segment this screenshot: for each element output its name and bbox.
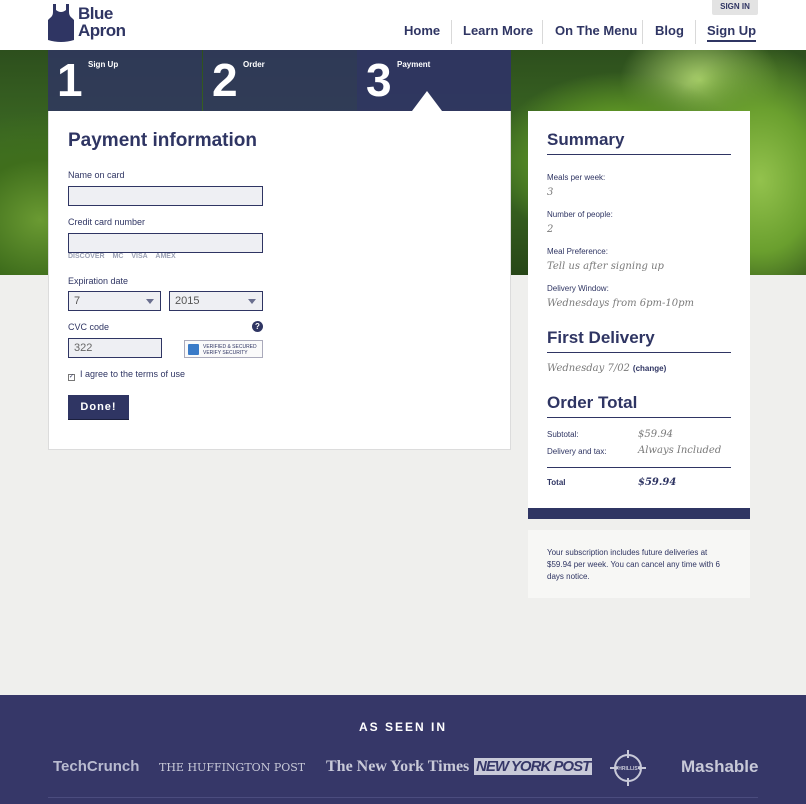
exp-year-value: 2015 — [175, 295, 200, 307]
mastercard-icon: MC — [112, 253, 124, 260]
mashable-logo[interactable]: Mashable — [681, 757, 758, 777]
subtotal-label: Subtotal: — [547, 430, 579, 439]
nav-blog[interactable]: Blog — [655, 22, 684, 40]
meal-preference-value: Tell us after signing up — [547, 261, 664, 272]
step-label: Sign Up — [88, 60, 119, 69]
delivery-tax-value: Always Included — [638, 445, 722, 456]
terms-agreement: ✓ I agree to the terms of use — [68, 369, 185, 381]
name-on-card-label: Name on card — [68, 170, 125, 180]
verified-subtext: VERIFY SECURITY — [203, 350, 248, 356]
nav-divider — [542, 20, 543, 44]
number-of-people-label: Number of people: — [547, 210, 613, 219]
card-number-label: Credit card number — [68, 217, 146, 227]
accepted-cards: DISCOVER MC VISA AMEX — [68, 253, 182, 260]
total-value: $59.94 — [638, 477, 677, 488]
lock-icon — [188, 344, 199, 355]
step-sign-up[interactable]: 1 Sign Up — [48, 50, 202, 111]
nav-divider — [642, 20, 643, 44]
page-title: Payment information — [68, 130, 257, 151]
thrillist-logo[interactable]: THRILLIST — [610, 750, 646, 786]
chevron-down-icon — [146, 299, 154, 304]
logo-text-line1: Blue — [78, 4, 113, 23]
meals-per-week-label: Meals per week: — [547, 173, 606, 182]
change-delivery-link[interactable]: (change) — [633, 364, 666, 373]
total-divider — [547, 467, 731, 468]
sign-in-button[interactable]: SIGN IN — [712, 0, 758, 15]
first-delivery-value: Wednesday 7/02 (change) — [547, 363, 666, 374]
total-label: Total — [547, 478, 566, 487]
visa-icon: VISA — [131, 253, 148, 260]
nav-divider — [695, 20, 696, 44]
subtotal-value: $59.94 — [638, 429, 673, 440]
nav-sign-up[interactable]: Sign Up — [707, 22, 757, 42]
exp-year-select[interactable]: 2015 — [169, 291, 263, 311]
press-footer: AS SEEN IN TechCrunch THE HUFFINGTON POS… — [0, 695, 806, 804]
payment-panel: Payment information Name on card Credit … — [48, 111, 511, 450]
step-order[interactable]: 2 Order — [203, 50, 357, 111]
nav-on-the-menu[interactable]: On The Menu — [555, 22, 637, 40]
terms-checkbox[interactable]: ✓ — [68, 374, 75, 381]
active-step-pointer — [412, 91, 442, 111]
help-icon[interactable]: ? — [252, 321, 263, 332]
thrillist-logo-text: THRILLIST — [615, 766, 641, 772]
step-label: Payment — [397, 60, 431, 69]
step-number: 3 — [366, 54, 392, 106]
subscription-note: Your subscription includes future delive… — [528, 530, 750, 598]
meal-preference-label: Meal Preference: — [547, 247, 608, 256]
exp-month-value: 7 — [74, 295, 81, 307]
as-seen-in-heading: AS SEEN IN — [358, 720, 447, 734]
terms-label[interactable]: I agree to the terms of use — [80, 369, 185, 379]
nav-learn-more[interactable]: Learn More — [463, 22, 533, 40]
number-of-people-value: 2 — [547, 224, 554, 235]
delivery-window-label: Delivery Window: — [547, 284, 609, 293]
new-york-times-logo[interactable]: The New York Times — [326, 758, 469, 776]
step-number: 2 — [212, 54, 238, 106]
card-number-input[interactable] — [68, 233, 263, 253]
amex-icon: AMEX — [155, 253, 176, 260]
summary-heading: Summary — [547, 130, 731, 155]
done-button[interactable]: Done! — [68, 395, 129, 419]
cvc-input[interactable] — [68, 338, 162, 358]
name-on-card-input[interactable] — [68, 186, 263, 206]
chevron-down-icon — [248, 299, 256, 304]
verified-secured-badge[interactable]: VERIFIED & SECURED VERIFY SECURITY — [184, 340, 263, 358]
first-delivery-date: Wednesday 7/02 — [547, 363, 630, 374]
main-nav: Home Learn More On The Menu Blog Sign Up — [0, 20, 806, 44]
exp-month-select[interactable]: 7 — [68, 291, 161, 311]
discover-icon: DISCOVER — [68, 253, 105, 260]
order-total-heading: Order Total — [547, 393, 731, 418]
new-york-post-logo[interactable]: NEW YORK POST — [474, 758, 593, 775]
footer-divider — [48, 797, 758, 798]
nav-divider — [451, 20, 452, 44]
cvc-label: CVC code — [68, 322, 110, 332]
techcrunch-logo[interactable]: TechCrunch — [53, 758, 139, 775]
order-summary-panel: Summary Meals per week: 3 Number of peop… — [528, 111, 750, 509]
step-number: 1 — [57, 54, 83, 106]
delivery-window-value: Wednesdays from 6pm-10pm — [547, 298, 694, 309]
step-label: Order — [243, 60, 265, 69]
meals-per-week-value: 3 — [547, 187, 554, 198]
huffington-post-logo[interactable]: THE HUFFINGTON POST — [159, 761, 305, 774]
nav-home[interactable]: Home — [404, 22, 440, 40]
expiration-label: Expiration date — [68, 276, 129, 286]
first-delivery-heading: First Delivery — [547, 328, 731, 353]
summary-bottom-bar — [528, 508, 750, 519]
site-header: Blue Apron SIGN IN Home Learn More On Th… — [0, 0, 806, 50]
delivery-tax-label: Delivery and tax: — [547, 447, 607, 456]
